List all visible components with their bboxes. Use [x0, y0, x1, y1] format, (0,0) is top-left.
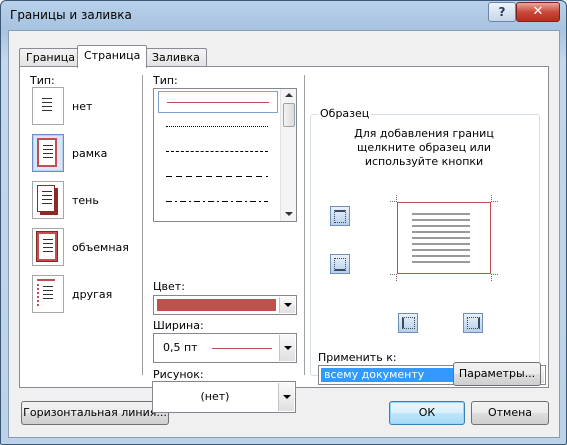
- scroll-down-icon[interactable]: [285, 212, 293, 216]
- style-solid[interactable]: [158, 91, 278, 113]
- style-label: Тип:: [153, 74, 178, 87]
- apply-to-label: Применить к:: [318, 351, 397, 364]
- ok-button[interactable]: ОК: [389, 401, 465, 425]
- line-style-list[interactable]: [153, 88, 297, 222]
- chevron-down-icon[interactable]: [278, 383, 294, 411]
- preview-hint: Для добавления границ щелкните образец и…: [312, 127, 536, 169]
- close-button[interactable]: ✕: [516, 2, 560, 22]
- preview-label: Образец: [318, 107, 372, 120]
- shadow-border-icon[interactable]: [32, 181, 64, 219]
- preview-hint-line-3: используйте кнопки: [364, 155, 484, 168]
- top-border-button[interactable]: [330, 206, 350, 226]
- art-select[interactable]: (нет): [152, 381, 296, 413]
- bottom-border-button[interactable]: [330, 254, 350, 274]
- top-border-icon: [334, 210, 346, 223]
- preview-hint-line-2: щелкните образец или: [357, 141, 491, 154]
- none-border-icon[interactable]: [32, 87, 64, 125]
- page-border-panel: Тип: нет рамка тень объемная другая Тип:…: [19, 66, 549, 388]
- left-border-icon: [402, 317, 415, 329]
- setting-label: Тип:: [30, 74, 55, 87]
- options-button[interactable]: Параметры...: [453, 362, 541, 386]
- custom-border-icon[interactable]: [32, 275, 64, 313]
- scroll-thumb[interactable]: [283, 103, 295, 127]
- color-label: Цвет:: [153, 280, 185, 293]
- help-button[interactable]: ?: [488, 2, 516, 22]
- preview-page: [397, 202, 491, 274]
- style-dash-dot[interactable]: [158, 191, 276, 211]
- art-value: (нет): [200, 390, 230, 403]
- cancel-button[interactable]: Отмена: [471, 401, 549, 425]
- style-dashed-small[interactable]: [158, 141, 276, 161]
- tab-borders[interactable]: Граница: [19, 48, 83, 67]
- 3d-border-icon[interactable]: [32, 228, 64, 266]
- tab-page-border[interactable]: Страница: [77, 45, 148, 68]
- borders-and-shading-dialog: Границы и заливка ? ✕ Граница Страница З…: [0, 0, 567, 445]
- width-value: 0,5 пт: [163, 341, 198, 354]
- window-title: Границы и заливка: [10, 8, 132, 22]
- setting-none-label[interactable]: нет: [72, 100, 92, 113]
- column-divider-right: [304, 75, 305, 375]
- style-list-scrollbar[interactable]: [280, 89, 296, 221]
- width-select[interactable]: 0,5 пт: [153, 333, 297, 363]
- right-border-button[interactable]: [463, 313, 483, 333]
- scroll-up-icon[interactable]: [285, 93, 293, 97]
- tab-shading[interactable]: Заливка: [145, 48, 207, 67]
- style-dashed[interactable]: [158, 166, 276, 186]
- setting-3d-label[interactable]: объемная: [72, 241, 129, 254]
- art-label: Рисунок:: [153, 368, 204, 381]
- chevron-down-icon[interactable]: [279, 335, 295, 361]
- setting-shadow-label[interactable]: тень: [72, 194, 99, 207]
- color-select[interactable]: [153, 295, 297, 315]
- preview-hint-line-1: Для добавления границ: [354, 127, 494, 140]
- color-swatch: [157, 299, 276, 311]
- preview-text-lines: [412, 213, 470, 263]
- width-label: Ширина:: [153, 319, 204, 332]
- box-border-icon[interactable]: [32, 134, 64, 172]
- bottom-border-icon: [334, 258, 346, 271]
- left-border-button[interactable]: [398, 313, 418, 333]
- preview-area[interactable]: [390, 195, 498, 281]
- setting-box-label[interactable]: рамка: [72, 147, 107, 160]
- title-bar: Границы и заливка ? ✕: [1, 1, 566, 29]
- style-dotted[interactable]: [158, 116, 276, 136]
- dialog-body: Граница Страница Заливка Тип: нет рамка: [8, 30, 560, 438]
- column-divider-left: [142, 75, 143, 375]
- right-border-icon: [467, 317, 480, 329]
- setting-custom-label[interactable]: другая: [72, 288, 112, 301]
- width-preview-line: [212, 348, 272, 349]
- horizontal-line-button[interactable]: Горизонтальная линия...: [21, 401, 169, 425]
- chevron-down-icon[interactable]: [279, 297, 295, 313]
